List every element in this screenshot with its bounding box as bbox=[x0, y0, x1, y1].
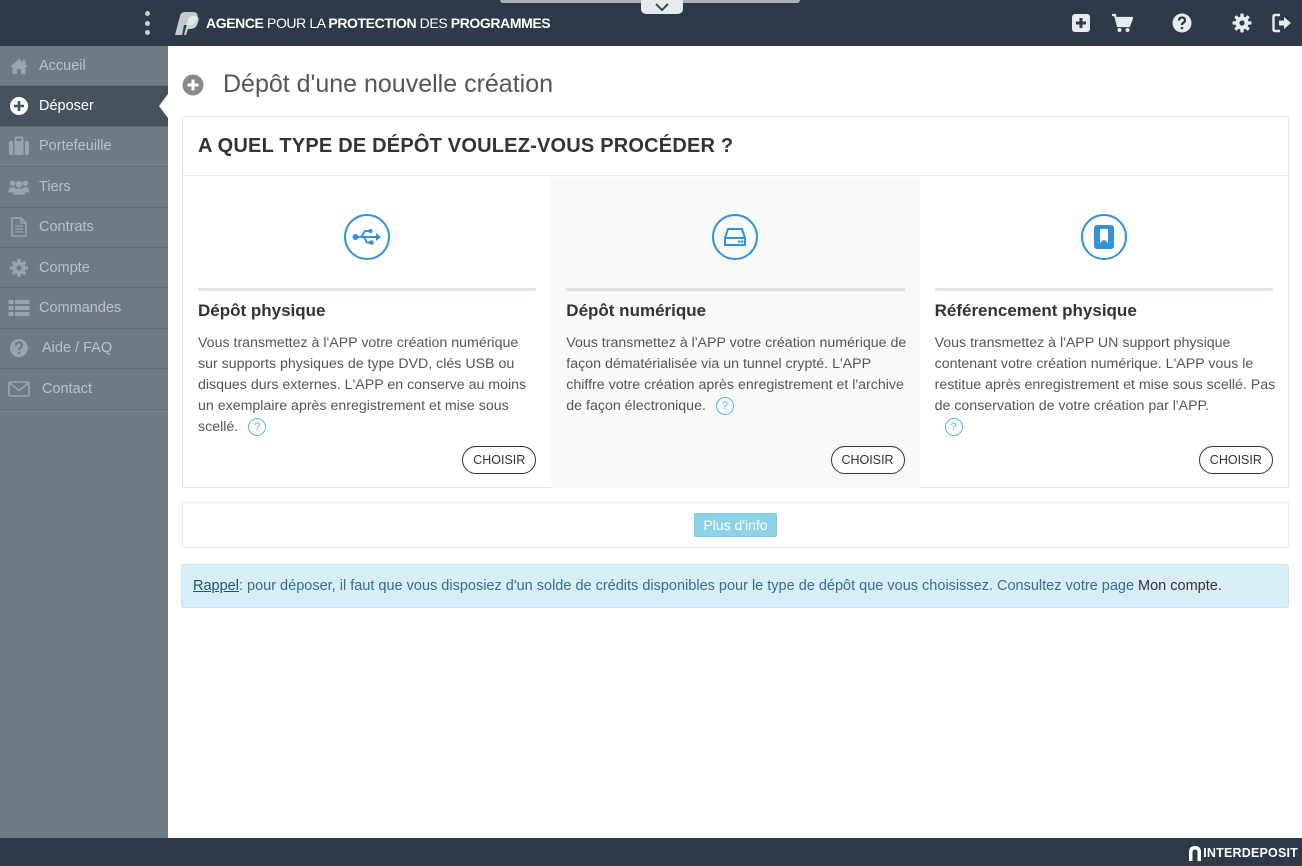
question-icon bbox=[8, 338, 30, 358]
menu-toggle-button[interactable] bbox=[140, 11, 154, 35]
account-page-link[interactable]: Mon compte. bbox=[1138, 578, 1222, 594]
hard-drive-icon bbox=[712, 214, 759, 260]
sidebar-item-label: Contact bbox=[42, 380, 92, 397]
sidebar-item-label: Compte bbox=[39, 259, 90, 276]
envelope-icon bbox=[8, 379, 30, 399]
sidebar-item-deposer[interactable]: Déposer bbox=[0, 86, 168, 127]
reminder-link[interactable]: Rappel bbox=[193, 578, 239, 594]
bookmark-icon bbox=[1080, 214, 1127, 260]
help-icon[interactable]: ? bbox=[715, 397, 734, 416]
choose-referencing-button[interactable]: CHOISIR bbox=[1198, 446, 1273, 474]
option-title: Référencement physique bbox=[934, 301, 1137, 320]
briefcase-icon bbox=[8, 136, 30, 156]
cart-button[interactable] bbox=[1110, 11, 1134, 35]
sidebar-item-aide-faq[interactable]: Aide / FAQ bbox=[0, 329, 168, 370]
home-icon bbox=[8, 56, 30, 76]
sidebar-item-label: Portefeuille bbox=[39, 138, 112, 155]
footer-brand: INTERDEPOSIT bbox=[1203, 846, 1298, 860]
plus-circle-icon bbox=[182, 74, 204, 95]
page-title: Dépôt d'une nouvelle création bbox=[223, 70, 554, 98]
logout-icon bbox=[1272, 13, 1291, 33]
option-physical-referencing: Référencement physique Vous transmettez … bbox=[920, 177, 1288, 488]
sidebar-item-label: Aide / FAQ bbox=[42, 340, 113, 357]
main-content: Dépôt d'une nouvelle création A QUEL TYP… bbox=[168, 46, 1302, 838]
app-logo-icon bbox=[175, 12, 199, 35]
help-icon bbox=[1172, 13, 1192, 33]
more-info-button[interactable]: Plus d'info bbox=[694, 513, 777, 537]
sidebar-item-label: Déposer bbox=[39, 98, 94, 115]
option-physical-deposit: Dépôt physique Vous transmettez à l'APP … bbox=[183, 177, 551, 488]
app-logo-text: AGENCE POUR LA PROTECTION DES PROGRAMMES bbox=[206, 15, 551, 31]
settings-button[interactable] bbox=[1230, 11, 1254, 35]
collapse-tab-button[interactable] bbox=[641, 0, 683, 14]
top-bar: AGENCE POUR LA PROTECTION DES PROGRAMMES bbox=[0, 0, 1302, 46]
divider bbox=[934, 288, 1273, 291]
add-icon bbox=[1072, 14, 1090, 32]
app-logo[interactable]: AGENCE POUR LA PROTECTION DES PROGRAMMES bbox=[172, 9, 551, 37]
document-icon bbox=[8, 217, 30, 238]
option-title: Dépôt physique bbox=[198, 301, 326, 320]
add-button[interactable] bbox=[1069, 11, 1093, 35]
sidebar-item-accueil[interactable]: Accueil bbox=[0, 46, 168, 87]
sidebar-item-label: Contrats bbox=[39, 219, 94, 236]
divider bbox=[198, 288, 537, 291]
plus-circle-icon bbox=[8, 96, 30, 116]
chevron-down-icon bbox=[655, 2, 669, 11]
choose-physical-button[interactable]: CHOISIR bbox=[462, 446, 537, 474]
option-description: Vous transmettez à l'APP votre création … bbox=[566, 335, 907, 416]
sidebar-item-contact[interactable]: Contact bbox=[0, 369, 168, 410]
sidebar-item-commandes[interactable]: Commandes bbox=[0, 288, 168, 329]
sidebar-item-portefeuille[interactable]: Portefeuille bbox=[0, 127, 168, 168]
more-info-panel: Plus d'info bbox=[182, 502, 1289, 548]
panel-heading: A QUEL TYPE DE DÉPÔT VOULEZ-VOUS PROCÉDE… bbox=[198, 134, 734, 157]
users-icon bbox=[8, 177, 30, 197]
footer-bar: INTERDEPOSIT bbox=[0, 838, 1302, 866]
gear-icon bbox=[8, 258, 30, 278]
reminder-text: : pour déposer, il faut que vous disposi… bbox=[238, 578, 1135, 594]
option-digital-deposit: Dépôt numérique Vous transmettez à l'APP… bbox=[551, 177, 920, 488]
option-title: Dépôt numérique bbox=[566, 301, 707, 320]
sidebar-item-label: Accueil bbox=[39, 57, 86, 74]
list-icon bbox=[8, 298, 30, 318]
panel-header: A QUEL TYPE DE DÉPÔT VOULEZ-VOUS PROCÉDE… bbox=[183, 117, 1288, 176]
help-button[interactable] bbox=[1170, 11, 1194, 35]
interdeposit-logo: INTERDEPOSIT bbox=[1187, 844, 1298, 862]
choose-digital-button[interactable]: CHOISIR bbox=[830, 446, 905, 474]
divider bbox=[566, 288, 905, 291]
reminder-alert: Rappel : pour déposer, il faut que vous … bbox=[181, 564, 1289, 608]
sidebar: Accueil Déposer Portefeuille Tiers Contr… bbox=[0, 46, 168, 838]
page-header: Dépôt d'une nouvelle création bbox=[182, 70, 553, 99]
cart-icon bbox=[1112, 13, 1133, 32]
help-icon[interactable]: ? bbox=[248, 418, 267, 437]
sidebar-item-compte[interactable]: Compte bbox=[0, 248, 168, 289]
sidebar-item-tiers[interactable]: Tiers bbox=[0, 167, 168, 208]
sidebar-item-label: Tiers bbox=[39, 178, 71, 195]
sidebar-item-label: Commandes bbox=[39, 300, 122, 317]
deposit-options: Dépôt physique Vous transmettez à l'APP … bbox=[183, 177, 1288, 488]
settings-icon bbox=[1232, 13, 1252, 33]
sidebar-item-contrats[interactable]: Contrats bbox=[0, 208, 168, 248]
deposit-type-panel: A QUEL TYPE DE DÉPÔT VOULEZ-VOUS PROCÉDE… bbox=[182, 116, 1289, 488]
usb-icon bbox=[344, 214, 391, 260]
help-icon[interactable]: ? bbox=[944, 418, 963, 437]
logout-button[interactable] bbox=[1270, 11, 1294, 35]
interdeposit-logo-icon bbox=[1189, 846, 1202, 861]
option-description: Vous transmettez à l'APP UN support phys… bbox=[935, 333, 1276, 438]
option-description: Vous transmettez à l'APP votre création … bbox=[198, 335, 527, 437]
